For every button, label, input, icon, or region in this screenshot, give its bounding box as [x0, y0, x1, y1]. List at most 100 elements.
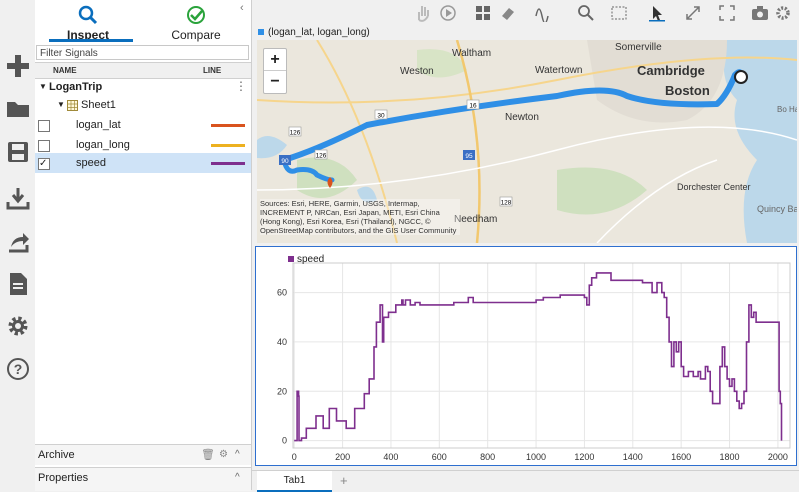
- zoom-icon[interactable]: [577, 4, 595, 22]
- signal-checkbox[interactable]: [38, 154, 50, 174]
- cursor-select-icon[interactable]: [648, 4, 666, 22]
- signal-checkbox[interactable]: [38, 120, 50, 132]
- x-tick-label: 200: [335, 452, 350, 462]
- expand-triangle-icon[interactable]: ▼: [57, 95, 65, 115]
- map-label: Cambridge: [637, 63, 705, 78]
- svg-text:16: 16: [469, 103, 477, 110]
- map-label: Weston: [400, 66, 434, 77]
- road-shield: 95: [463, 150, 475, 160]
- properties-label: Properties: [38, 472, 89, 484]
- camera-snapshot-icon[interactable]: [751, 4, 769, 22]
- more-options-icon[interactable]: ⋮: [235, 76, 247, 96]
- fullscreen-icon[interactable]: [718, 4, 736, 22]
- line-swatch[interactable]: [211, 124, 245, 127]
- map-label: Dorchester Center: [677, 182, 751, 192]
- properties-section[interactable]: Properties ^: [35, 467, 251, 491]
- check-circle-icon: [187, 6, 205, 24]
- y-tick-label: 60: [277, 288, 287, 298]
- map-label: Boston: [665, 83, 710, 98]
- new-plus-icon[interactable]: [4, 52, 32, 80]
- report-document-icon[interactable]: [4, 270, 32, 298]
- map-label: Newton: [505, 112, 539, 123]
- chevron-up-icon[interactable]: ^: [235, 445, 240, 465]
- x-tick-label: 2000: [768, 452, 788, 462]
- line-swatch[interactable]: [211, 144, 245, 147]
- map-view[interactable]: Waltham Somerville Watertown Cambridge W…: [257, 40, 797, 243]
- svg-text:95: 95: [465, 153, 473, 160]
- name-column-header: NAME: [53, 66, 77, 75]
- play-icon[interactable]: [439, 4, 457, 22]
- zoom-out-button[interactable]: −: [264, 71, 286, 92]
- trash-icon[interactable]: 🗑: [201, 445, 215, 465]
- tab-compare-label: Compare: [171, 28, 221, 42]
- current-position-marker[interactable]: [734, 70, 748, 84]
- x-tick-label: 1800: [720, 452, 740, 462]
- add-tab-button[interactable]: +: [340, 471, 348, 490]
- svg-text:30: 30: [377, 113, 385, 120]
- legend-label: speed: [297, 254, 324, 265]
- y-tick-label: 20: [277, 386, 287, 396]
- map-legend-label: (logan_lat, logan_long): [268, 27, 370, 38]
- y-axis-ticks: 0 20 40 60: [277, 288, 287, 446]
- svg-text:?: ?: [14, 361, 23, 377]
- tab-inspect[interactable]: Inspect: [35, 0, 141, 42]
- park-area: [557, 167, 647, 215]
- legend-swatch: [258, 29, 264, 35]
- svg-text:126: 126: [290, 130, 301, 137]
- map-attribution: Sources: Esri, HERE, Garmin, USGS, Inter…: [260, 199, 460, 235]
- pan-hand-icon[interactable]: [414, 4, 432, 22]
- settings-gear-icon[interactable]: [774, 4, 792, 22]
- sheet-row[interactable]: ▼ Sheet1: [35, 95, 251, 115]
- signal-row-speed[interactable]: speed: [35, 153, 251, 174]
- zoom-in-button[interactable]: +: [264, 49, 286, 71]
- map-label: Waltham: [452, 48, 491, 59]
- help-icon[interactable]: ?: [4, 355, 32, 383]
- expand-icon[interactable]: [684, 4, 702, 22]
- line-swatch[interactable]: [211, 162, 245, 165]
- gear-icon[interactable]: ⚙: [219, 445, 228, 465]
- signal-row-logan-lat[interactable]: logan_lat: [35, 115, 251, 135]
- map-legend: (logan_lat, logan_long): [258, 27, 370, 38]
- signal-checkbox[interactable]: [38, 140, 50, 152]
- archive-label: Archive: [38, 449, 75, 461]
- archive-section[interactable]: Archive 🗑 ⚙ ^: [35, 444, 251, 465]
- signal-name: logan_lat: [76, 119, 121, 131]
- save-disk-icon[interactable]: [4, 138, 32, 166]
- filter-signals-input[interactable]: Filter Signals: [36, 45, 249, 60]
- open-folder-icon[interactable]: [4, 94, 32, 122]
- plot-toolbar: [252, 0, 799, 26]
- road-shield: 16: [466, 99, 480, 110]
- sheet-name: Sheet1: [81, 99, 116, 111]
- left-toolbar: ?: [0, 0, 36, 490]
- x-tick-label: 400: [383, 452, 398, 462]
- map-label: Watertown: [535, 65, 582, 76]
- signal-row-logan-long[interactable]: logan_long: [35, 135, 251, 155]
- x-tick-label: 600: [432, 452, 447, 462]
- line-column-header: LINE: [203, 66, 222, 75]
- eraser-icon[interactable]: [499, 4, 517, 22]
- map-label: Bo Har: [777, 105, 797, 114]
- run-row[interactable]: ▼ LoganTrip ⋮: [35, 77, 251, 97]
- active-tab-indicator: [49, 39, 133, 42]
- layout-grid-icon[interactable]: [474, 4, 492, 22]
- road-shield: 90: [279, 155, 291, 165]
- svg-text:126: 126: [316, 153, 327, 160]
- share-export-icon[interactable]: [4, 228, 32, 256]
- signal-wave-icon[interactable]: [535, 4, 553, 24]
- download-icon[interactable]: [4, 184, 32, 212]
- svg-text:128: 128: [501, 200, 512, 207]
- expand-triangle-icon[interactable]: ▼: [39, 77, 47, 97]
- map-label: Somerville: [615, 42, 662, 53]
- fit-to-view-icon[interactable]: [610, 4, 628, 22]
- sheet-grid-icon: [67, 100, 78, 111]
- tab-compare[interactable]: Compare: [143, 0, 249, 42]
- x-tick-label: 1200: [574, 452, 594, 462]
- tab-tab1[interactable]: Tab1: [257, 471, 332, 492]
- reservoir-water: [257, 136, 287, 159]
- chevron-up-icon[interactable]: ^: [235, 468, 240, 488]
- settings-gear-icon[interactable]: [4, 312, 32, 340]
- speed-plot[interactable]: 0 200 400 600 800 1000 1200 1400 1600 1800 2000 0 2…: [255, 246, 797, 466]
- road-shield: 30: [374, 109, 388, 120]
- collapse-panel-icon[interactable]: ‹: [240, 2, 244, 14]
- magnifier-icon: [78, 5, 98, 25]
